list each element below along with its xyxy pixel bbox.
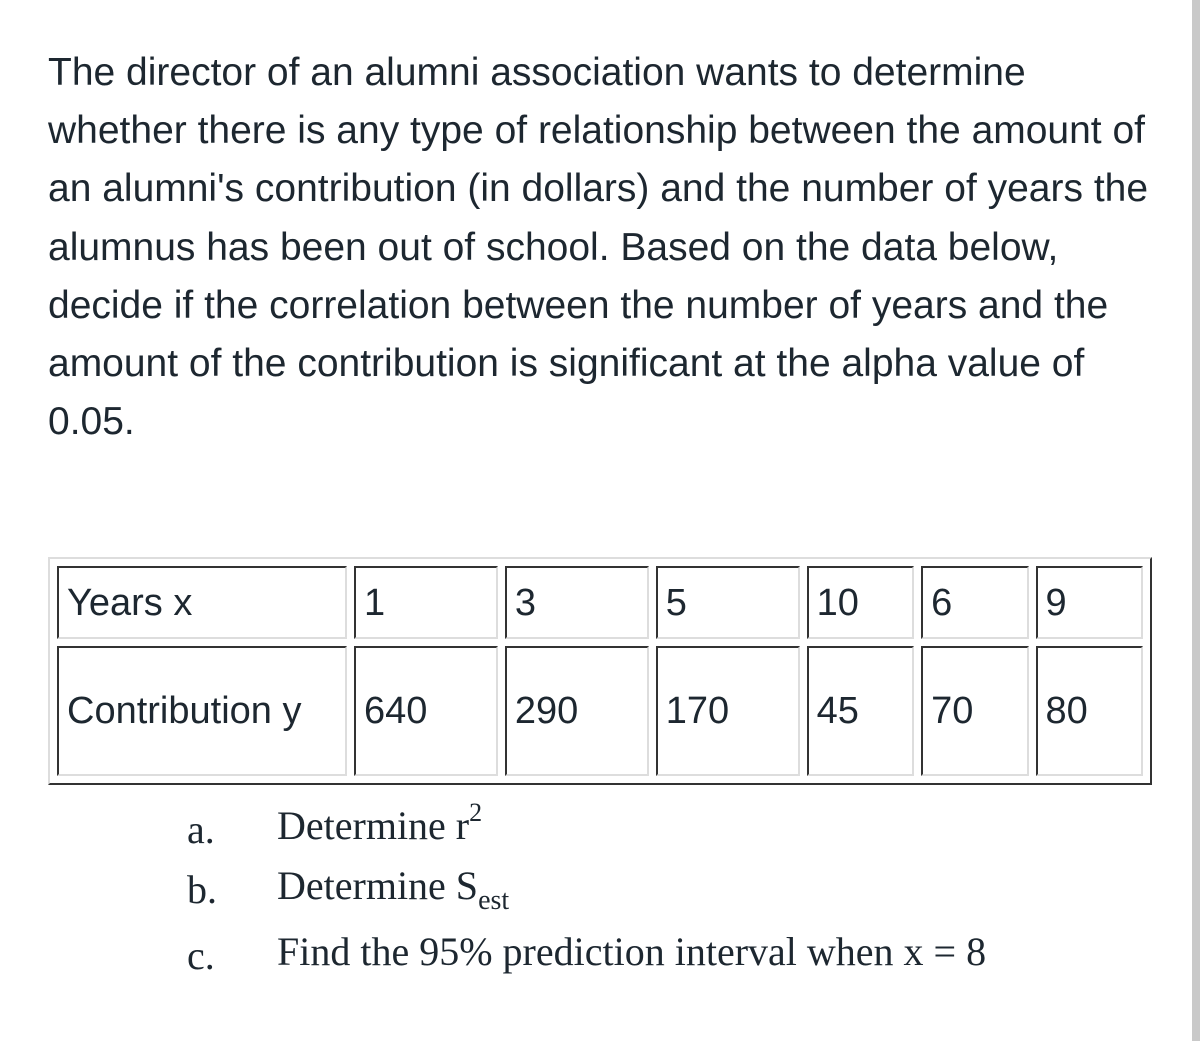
scrollbar[interactable] [1192, 0, 1200, 1041]
question-a: Determine r2 [277, 800, 482, 849]
table-row: Years x 1 3 5 10 6 9 [57, 566, 1143, 639]
question-text: Determine r [277, 803, 470, 848]
question-label: b. [187, 867, 217, 912]
question-label: c. [187, 933, 215, 978]
table-cell: 45 [806, 646, 915, 776]
superscript: 2 [469, 798, 483, 827]
row-header: Years x [57, 566, 347, 639]
table-cell: 70 [921, 646, 1029, 776]
table-cell: 1 [354, 566, 498, 639]
row-header: Contribution y [57, 646, 347, 776]
table-cell: 290 [504, 646, 649, 776]
question-label: a. [187, 807, 215, 852]
question-c: Find the 95% prediction interval when x … [277, 929, 987, 974]
table-cell: 5 [655, 566, 800, 639]
question-text: Determine S [277, 863, 479, 908]
table-cell: 6 [921, 566, 1029, 639]
table-cell: 10 [806, 566, 915, 639]
table-cell: 9 [1035, 566, 1143, 639]
problem-text: The director of an alumni association wa… [48, 51, 1149, 444]
table-cell: 80 [1035, 646, 1143, 776]
table-row: Contribution y 640 290 170 45 70 80 [57, 646, 1143, 776]
data-table: Years x 1 3 5 10 6 9 Contribution y 640 … [48, 557, 1152, 785]
table-cell: 3 [504, 566, 649, 639]
table-cell: 170 [655, 646, 800, 776]
question-b: Determine Sest [277, 862, 509, 915]
subscript: est [478, 885, 510, 916]
table-cell: 640 [354, 646, 498, 776]
